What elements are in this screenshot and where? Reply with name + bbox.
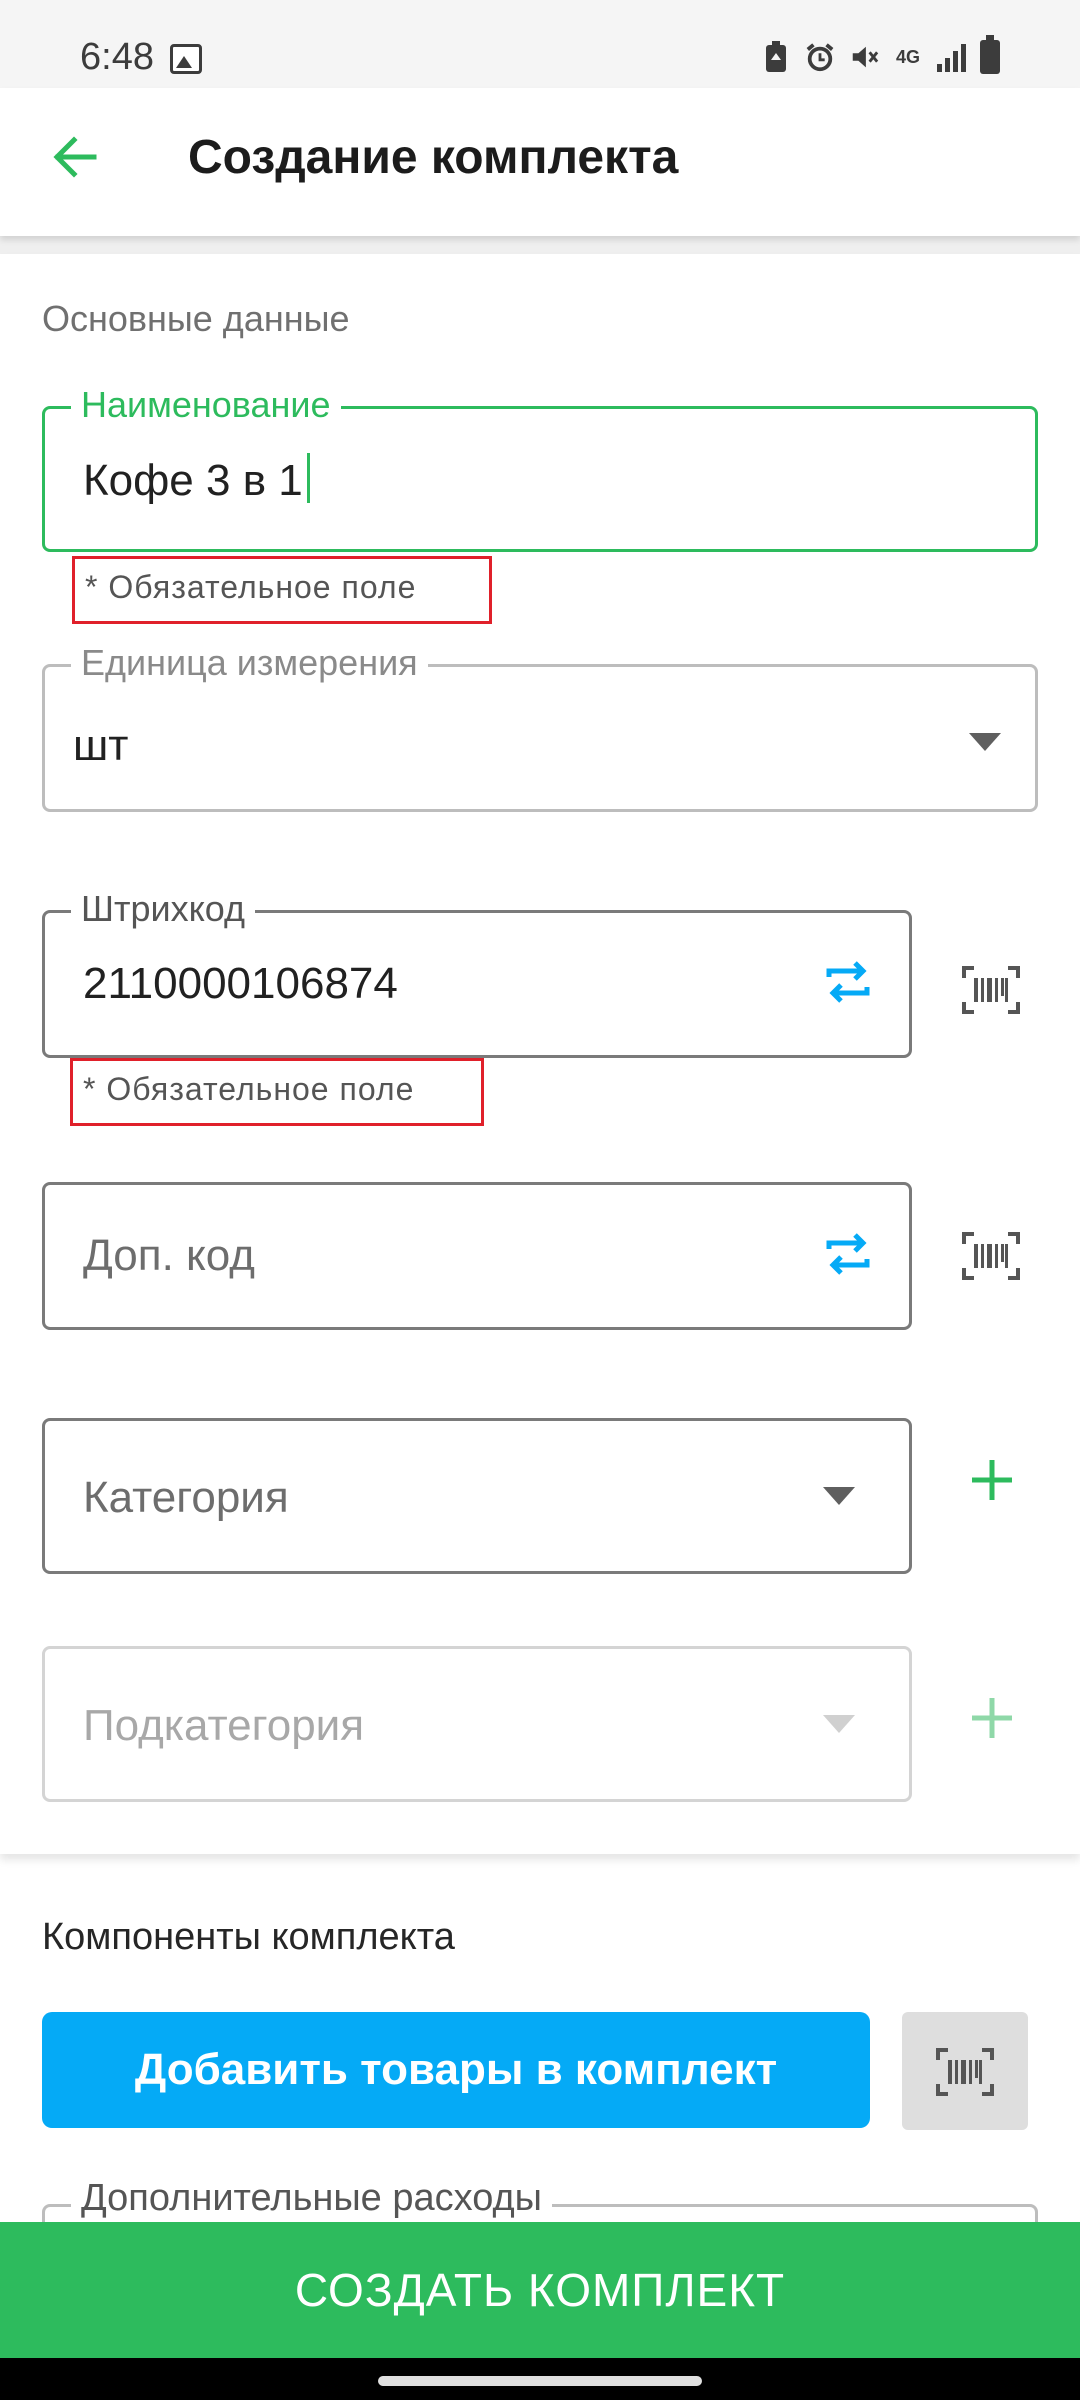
- network-label: 4G: [895, 46, 920, 67]
- barcode-field[interactable]: Штрихкод 2110000106874: [42, 887, 912, 1058]
- chevron-down-icon: [823, 1715, 855, 1733]
- signal-icon: [937, 42, 966, 72]
- divider: [0, 236, 1080, 254]
- scan-code-icon[interactable]: [960, 1230, 1022, 1282]
- chevron-down-icon: [969, 733, 1001, 751]
- category-dropdown[interactable]: Категория: [42, 1418, 912, 1574]
- name-field[interactable]: Наименование Кофе 3 в 1: [42, 383, 1038, 552]
- mute-icon: [849, 40, 879, 74]
- subcategory-dropdown[interactable]: Подкатегория: [42, 1646, 912, 1802]
- alarm-icon: [805, 40, 835, 74]
- battery-saver-icon: [761, 40, 791, 74]
- category-placeholder: Категория: [83, 1473, 289, 1522]
- section-title-main: Основные данные: [42, 298, 350, 339]
- name-required-note: * Обязательное поле: [72, 556, 492, 624]
- barcode-scan-icon: [936, 2048, 994, 2096]
- extra-code-placeholder: Доп. код: [83, 1231, 255, 1280]
- page-title: Создание комплекта: [188, 131, 679, 184]
- image-icon: [170, 44, 202, 74]
- create-kit-button[interactable]: СОЗДАТЬ КОМПЛЕКТ: [0, 2222, 1080, 2358]
- back-arrow-icon[interactable]: [48, 130, 102, 184]
- section-title-components: Компоненты комплекта: [42, 1916, 455, 1958]
- unit-field-label: Единица измерения: [71, 641, 428, 685]
- scan-barcode-icon[interactable]: [960, 964, 1022, 1016]
- scan-products-button[interactable]: [902, 2012, 1028, 2130]
- text-cursor: [306, 453, 310, 503]
- unit-field-value: шт: [73, 721, 129, 770]
- extra-code-field[interactable]: Доп. код: [42, 1182, 912, 1330]
- battery-icon: [980, 35, 1000, 74]
- chevron-down-icon: [823, 1487, 855, 1505]
- add-subcategory-icon[interactable]: [968, 1694, 1016, 1742]
- subcategory-placeholder: Подкатегория: [83, 1701, 365, 1750]
- home-gesture-handle[interactable]: [378, 2376, 702, 2386]
- name-field-value: Кофе 3 в 1: [83, 456, 303, 505]
- status-time: 6:48: [80, 36, 154, 78]
- add-products-button[interactable]: Добавить товары в комплект: [42, 2012, 870, 2128]
- app-bar: Создание комплекта: [0, 88, 1080, 236]
- main-form-card: Основные данные Наименование Кофе 3 в 1 …: [0, 254, 1080, 1854]
- barcode-required-note: * Обязательное поле: [70, 1058, 484, 1126]
- status-bar: 6:48 4G: [0, 0, 1080, 88]
- barcode-field-label: Штрихкод: [71, 887, 256, 931]
- system-nav-bar: [0, 2358, 1080, 2400]
- network-4g-icon: 4G: [893, 40, 923, 74]
- add-category-icon[interactable]: [968, 1456, 1016, 1504]
- name-field-label: Наименование: [71, 383, 341, 427]
- screen: 6:48 4G Создание комплекта Основные данн…: [0, 0, 1080, 2400]
- barcode-field-value: 2110000106874: [83, 959, 398, 1008]
- generate-code-icon[interactable]: [823, 1229, 873, 1279]
- unit-dropdown[interactable]: Единица измерения шт: [42, 641, 1038, 812]
- generate-barcode-icon[interactable]: [823, 957, 873, 1007]
- status-icons: 4G: [761, 35, 1000, 74]
- extra-costs-label: Дополнительные расходы: [71, 2177, 552, 2220]
